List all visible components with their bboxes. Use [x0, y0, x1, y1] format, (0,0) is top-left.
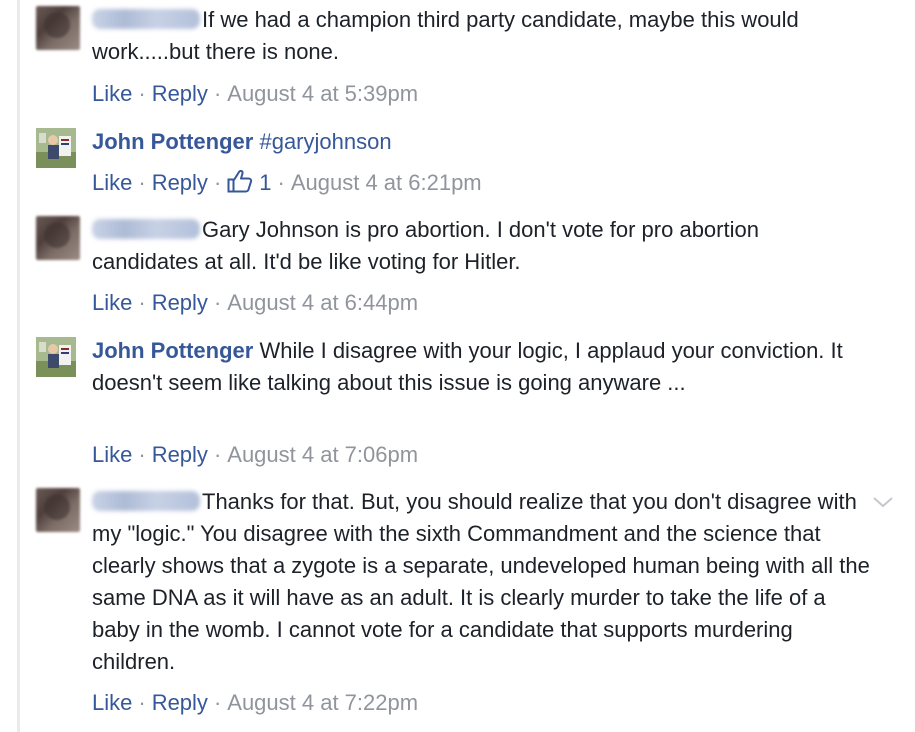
like-count: 1 — [259, 170, 272, 195]
comment-timestamp[interactable]: August 4 at 7:22pm — [227, 690, 418, 715]
reply-link[interactable]: Reply — [152, 690, 208, 715]
separator: · — [138, 442, 146, 467]
thread-line — [17, 0, 20, 732]
reply-link[interactable]: Reply — [152, 170, 208, 195]
redacted-author-name[interactable] — [92, 219, 200, 239]
avatar[interactable] — [36, 128, 76, 168]
separator: · — [213, 81, 222, 106]
comment-actions: Like · Reply · August 4 at 7:22pm — [92, 689, 418, 717]
chevron-down-icon[interactable] — [871, 493, 895, 511]
like-link[interactable]: Like — [92, 442, 132, 467]
separator: · — [213, 690, 222, 715]
comment-body: Gary Johnson is pro abortion. I don't vo… — [92, 214, 871, 278]
comment-actions: Like · Reply · August 4 at 6:44pm — [92, 289, 418, 317]
comment-author[interactable]: John Pottenger — [92, 129, 253, 154]
reply-link[interactable]: Reply — [152, 290, 208, 315]
like-link[interactable]: Like — [92, 690, 132, 715]
separator: · — [213, 290, 222, 315]
reply-link[interactable]: Reply — [152, 442, 208, 467]
comment-timestamp[interactable]: August 4 at 6:44pm — [227, 290, 418, 315]
avatar-image — [36, 337, 76, 377]
comment-body: If we had a champion third party candida… — [92, 4, 871, 68]
separator: · — [213, 442, 222, 467]
like-link[interactable]: Like — [92, 290, 132, 315]
separator: · — [138, 690, 146, 715]
like-link[interactable]: Like — [92, 81, 132, 106]
separator: · — [277, 170, 285, 195]
thumbs-up-icon — [227, 169, 253, 193]
comment-body: John Pottenger While I disagree with you… — [92, 335, 871, 399]
comment-body: Thanks for that. But, you should realize… — [92, 486, 871, 678]
avatar[interactable] — [36, 488, 80, 532]
separator: · — [138, 290, 146, 315]
comment-actions: Like · Reply · August 4 at 7:06pm — [92, 441, 418, 469]
comment-timestamp[interactable]: August 4 at 6:21pm — [291, 170, 482, 195]
comment-timestamp[interactable]: August 4 at 7:06pm — [227, 442, 418, 467]
reply-link[interactable]: Reply — [152, 81, 208, 106]
redacted-author-name[interactable] — [92, 9, 200, 29]
comment-actions: Like · Reply · 1 · August 4 at 6:21pm — [92, 169, 482, 197]
hashtag-link[interactable]: #garyjohnson — [259, 129, 391, 154]
comment-author[interactable]: John Pottenger — [92, 338, 253, 363]
avatar-image — [36, 128, 76, 168]
comment-text: Thanks for that. But, you should realize… — [92, 489, 870, 674]
separator: · — [213, 170, 222, 195]
avatar[interactable] — [36, 6, 80, 50]
avatar[interactable] — [36, 216, 80, 260]
comment-body: John Pottenger #garyjohnson — [92, 126, 871, 158]
separator: · — [138, 170, 146, 195]
comment-actions: Like · Reply · August 4 at 5:39pm — [92, 80, 418, 108]
avatar[interactable] — [36, 337, 76, 377]
comment-timestamp[interactable]: August 4 at 5:39pm — [227, 81, 418, 106]
separator: · — [138, 81, 146, 106]
like-link[interactable]: Like — [92, 170, 132, 195]
redacted-author-name[interactable] — [92, 491, 200, 511]
reaction-count[interactable]: 1 — [227, 169, 272, 195]
